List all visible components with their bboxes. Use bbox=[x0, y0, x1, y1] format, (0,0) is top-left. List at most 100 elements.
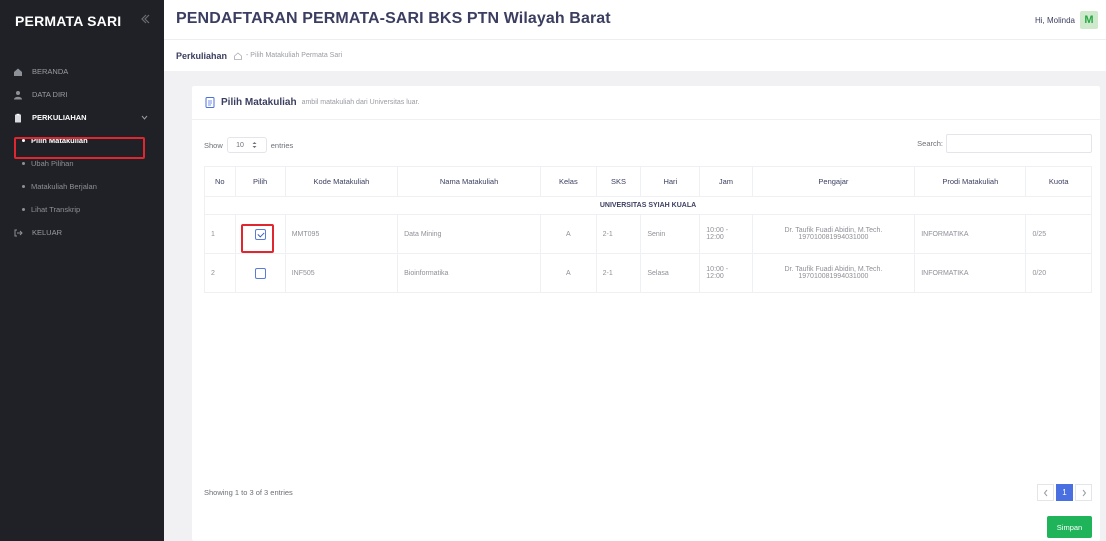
card-header: Pilih Matakuliah ambil matakuliah dari U… bbox=[192, 86, 1100, 120]
sort-arrows-icon bbox=[252, 142, 257, 148]
save-button[interactable]: Simpan bbox=[1047, 516, 1092, 538]
column-header[interactable]: Pengajar bbox=[751, 166, 916, 197]
search-label: Search: bbox=[917, 139, 943, 148]
cell-kuota: 0/20 bbox=[1025, 253, 1092, 293]
sidebar-item-label: PERKULIAHAN bbox=[32, 113, 87, 122]
page-button[interactable]: 1 bbox=[1056, 484, 1073, 501]
column-header[interactable]: Kuota bbox=[1025, 166, 1092, 197]
cell-kelas: A bbox=[540, 253, 597, 293]
cell-no: 2 bbox=[204, 253, 236, 293]
sidebar-subitem-lihat-transkrip[interactable]: Lihat Transkrip bbox=[0, 198, 164, 221]
highlight-annotation-sidebar bbox=[14, 137, 145, 159]
sidebar-item-data-diri[interactable]: DATA DIRI bbox=[0, 83, 164, 106]
column-header[interactable]: Jam bbox=[699, 166, 753, 197]
cell-kuota: 0/25 bbox=[1025, 214, 1092, 254]
cell-hari: Senin bbox=[640, 214, 701, 254]
sidebar-item-perkuliahan[interactable]: PERKULIAHAN bbox=[0, 106, 164, 129]
pengajar-nip: 197010081994031000 bbox=[798, 273, 869, 280]
show-label: Show bbox=[204, 140, 223, 150]
entries-value: 10 bbox=[236, 141, 244, 149]
chevron-left-icon bbox=[1043, 489, 1047, 496]
breadcrumb: Perkuliahan - Pilih Matakuliah Permata S… bbox=[164, 40, 1106, 71]
sidebar-item-label: BERANDA bbox=[32, 67, 69, 76]
select-course-checkbox[interactable] bbox=[254, 267, 266, 279]
entries-length: Show 10 entries bbox=[204, 137, 293, 153]
group-label: UNIVERSITAS SYIAH KUALA bbox=[204, 196, 1092, 215]
column-header[interactable]: Pilih bbox=[234, 166, 286, 197]
search-input[interactable] bbox=[946, 134, 1092, 153]
entries-label: entries bbox=[270, 140, 294, 150]
pengajar-name: Dr. Taufik Fuadi Abidin, M.Tech. bbox=[784, 266, 883, 273]
cell-jam: 10:00 - 12:00 bbox=[699, 214, 753, 254]
course-selection-card: Pilih Matakuliah ambil matakuliah dari U… bbox=[192, 86, 1100, 541]
card-title: Pilih Matakuliah bbox=[221, 97, 297, 108]
topbar: PENDAFTARAN PERMATA-SARI BKS PTN Wilayah… bbox=[164, 0, 1106, 40]
user-icon bbox=[14, 90, 22, 99]
pengajar-nip: 197010081994031000 bbox=[798, 234, 869, 241]
cell-kode: MMT095 bbox=[284, 214, 399, 254]
sidebar-subitem-matakuliah-berjalan[interactable]: Matakuliah Berjalan bbox=[0, 175, 164, 198]
table-row: 2 INF505 Bioinformatika A 2-1 Selasa 10:… bbox=[204, 253, 1092, 293]
bullet-icon bbox=[22, 185, 25, 188]
column-header[interactable]: SKS bbox=[595, 166, 642, 197]
clipboard-icon bbox=[15, 113, 21, 122]
cell-prodi: INFORMATIKA bbox=[914, 253, 1027, 293]
next-page-button[interactable] bbox=[1075, 484, 1092, 501]
collapse-sidebar-icon[interactable] bbox=[137, 11, 153, 27]
sidebar-item-beranda[interactable]: BERANDA bbox=[0, 60, 164, 83]
sidebar-subitem-label: Matakuliah Berjalan bbox=[31, 182, 97, 191]
cell-kode: INF505 bbox=[284, 253, 399, 293]
sidebar-item-label: DATA DIRI bbox=[32, 90, 68, 99]
table-row: 1 MMT095 Data Mining A 2-1 Senin 10:00 -… bbox=[204, 214, 1092, 254]
search-box: Search: bbox=[917, 134, 1092, 153]
card-subtitle: ambil matakuliah dari Universitas luar. bbox=[301, 99, 420, 106]
cell-sks: 2-1 bbox=[595, 253, 642, 293]
sidebar: PERMATA SARI BERANDA DATA DIRI PERKULIAH… bbox=[0, 0, 164, 541]
cell-sks: 2-1 bbox=[595, 214, 642, 254]
cell-nama: Bioinformatika bbox=[397, 253, 542, 293]
group-row: UNIVERSITAS SYIAH KUALA bbox=[204, 196, 1092, 215]
table-controls: Show 10 entries Search: bbox=[204, 134, 1092, 154]
sidebar-item-keluar[interactable]: KELUAR bbox=[0, 221, 164, 244]
logout-icon bbox=[14, 229, 23, 236]
previous-page-button[interactable] bbox=[1037, 484, 1054, 501]
document-icon bbox=[205, 97, 215, 108]
sidebar-subitem-label: Ubah Pilihan bbox=[31, 159, 74, 168]
breadcrumb-current: - Pilih Matakuliah Permata Sari bbox=[246, 52, 343, 59]
cell-pengajar: Dr. Taufik Fuadi Abidin, M.Tech. 1970100… bbox=[751, 253, 916, 293]
chevron-down-icon bbox=[141, 115, 148, 120]
column-header[interactable]: No bbox=[204, 166, 236, 197]
bullet-icon bbox=[22, 162, 25, 165]
column-header[interactable]: Prodi Matakuliah bbox=[914, 166, 1027, 197]
page-title: PENDAFTARAN PERMATA-SARI BKS PTN Wilayah… bbox=[176, 10, 611, 27]
breadcrumb-main: Perkuliahan bbox=[176, 50, 228, 61]
chevron-right-icon bbox=[1082, 489, 1086, 496]
column-header[interactable]: Kelas bbox=[540, 166, 597, 197]
user-menu[interactable]: Hi, Molinda M bbox=[1035, 11, 1098, 29]
cell-no: 1 bbox=[204, 214, 236, 254]
pengajar-name: Dr. Taufik Fuadi Abidin, M.Tech. bbox=[784, 227, 883, 234]
course-table: No Pilih Kode Matakuliah Nama Matakuliah… bbox=[204, 166, 1092, 293]
cell-prodi: INFORMATIKA bbox=[914, 214, 1027, 254]
home-icon[interactable] bbox=[233, 51, 243, 61]
column-header[interactable]: Kode Matakuliah bbox=[284, 166, 399, 197]
table-header-row: No Pilih Kode Matakuliah Nama Matakuliah… bbox=[204, 166, 1092, 197]
column-header[interactable]: Nama Matakuliah bbox=[397, 166, 542, 197]
entries-select[interactable]: 10 bbox=[226, 137, 267, 153]
home-icon bbox=[14, 68, 22, 76]
bullet-icon bbox=[22, 208, 25, 211]
sidebar-subitem-label: Lihat Transkrip bbox=[31, 205, 81, 214]
cell-hari: Selasa bbox=[640, 253, 701, 293]
brand-title: PERMATA SARI bbox=[15, 13, 122, 29]
table-info: Showing 1 to 3 of 3 entries bbox=[204, 488, 293, 497]
cell-kelas: A bbox=[540, 214, 597, 254]
sidebar-item-label: KELUAR bbox=[32, 228, 63, 237]
avatar[interactable]: M bbox=[1080, 11, 1098, 29]
cell-pilih bbox=[234, 253, 286, 293]
highlight-annotation-checkbox bbox=[241, 224, 274, 253]
pagination: 1 bbox=[1037, 484, 1092, 501]
user-greeting: Hi, Molinda bbox=[1034, 15, 1075, 25]
column-header[interactable]: Hari bbox=[640, 166, 701, 197]
cell-pengajar: Dr. Taufik Fuadi Abidin, M.Tech. 1970100… bbox=[751, 214, 916, 254]
cell-jam: 10:00 - 12:00 bbox=[699, 253, 753, 293]
